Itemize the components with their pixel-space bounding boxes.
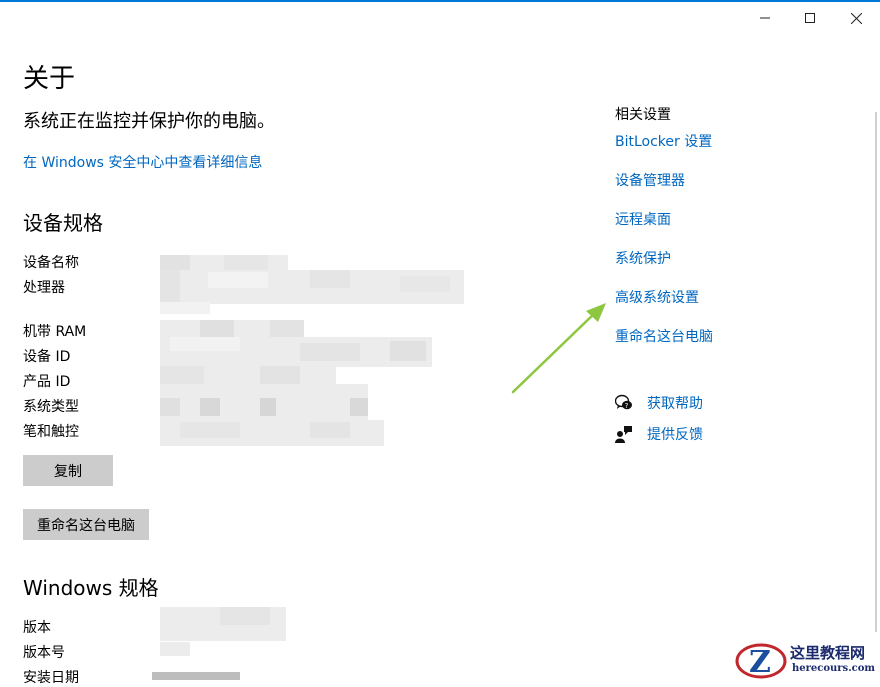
redacted-processor	[160, 270, 464, 304]
spec-label-pen-touch: 笔和触控	[23, 424, 79, 440]
get-help-link[interactable]: ? 获取帮助	[615, 393, 703, 413]
window-top-border	[0, 0, 880, 2]
spec-label-ram: 机带 RAM	[23, 324, 87, 340]
redacted-edition	[160, 607, 286, 641]
svg-text:Z: Z	[749, 645, 771, 680]
device-specs-heading: 设备规格	[23, 211, 103, 235]
spec-label-product-id: 产品 ID	[23, 374, 71, 390]
redacted-system-type	[160, 384, 368, 420]
redacted-ram	[160, 320, 304, 338]
minimize-icon	[760, 17, 770, 19]
redacted-install-date	[152, 672, 240, 680]
maximize-icon	[805, 13, 815, 23]
feedback-link[interactable]: 提供反馈	[615, 424, 703, 444]
system-protection-link[interactable]: 系统保护	[615, 248, 671, 268]
protection-status-text: 系统正在监控并保护你的电脑。	[23, 111, 275, 132]
watermark-logo: Z 这里教程网 herecours.com	[734, 640, 880, 682]
security-center-link[interactable]: 在 Windows 安全中心中查看详细信息	[23, 152, 262, 172]
redacted-processor-line2	[160, 302, 210, 314]
redacted-product-id	[160, 366, 336, 384]
rename-pc-link[interactable]: 重命名这台电脑	[615, 326, 713, 346]
page-title: 关于	[23, 64, 76, 94]
get-help-label: 获取帮助	[647, 396, 703, 412]
remote-desktop-link[interactable]: 远程桌面	[615, 209, 671, 229]
win-spec-label-version: 版本号	[23, 645, 65, 661]
close-button[interactable]	[833, 6, 879, 30]
feedback-person-icon	[615, 426, 632, 443]
windows-specs-heading: Windows 规格	[23, 576, 159, 600]
bitlocker-settings-link[interactable]: BitLocker 设置	[615, 131, 712, 151]
redacted-pen-touch	[160, 420, 384, 446]
feedback-label: 提供反馈	[647, 427, 703, 443]
watermark-title: 这里教程网	[790, 644, 866, 662]
related-settings-heading: 相关设置	[615, 107, 671, 123]
minimize-button[interactable]	[742, 6, 788, 30]
watermark-url: herecours.com	[792, 663, 876, 674]
chat-help-icon: ?	[615, 394, 632, 410]
scrollbar[interactable]	[875, 112, 877, 632]
redacted-device-id	[160, 337, 432, 367]
annotation-arrow-icon	[511, 303, 606, 394]
device-manager-link[interactable]: 设备管理器	[615, 170, 685, 190]
spec-label-device-name: 设备名称	[23, 255, 79, 271]
maximize-button[interactable]	[787, 6, 833, 30]
rename-pc-button[interactable]: 重命名这台电脑	[23, 509, 149, 540]
spec-label-system-type: 系统类型	[23, 399, 79, 415]
advanced-system-settings-link[interactable]: 高级系统设置	[615, 287, 699, 307]
redacted-version	[160, 642, 190, 656]
copy-button[interactable]: 复制	[23, 455, 113, 486]
close-icon	[850, 12, 862, 24]
win-spec-label-edition: 版本	[23, 620, 51, 636]
spec-label-device-id: 设备 ID	[23, 349, 71, 365]
watermark-z-icon: Z	[735, 643, 787, 680]
spec-label-processor: 处理器	[23, 280, 65, 296]
svg-text:?: ?	[625, 402, 629, 410]
win-spec-label-install-date: 安装日期	[23, 670, 79, 686]
